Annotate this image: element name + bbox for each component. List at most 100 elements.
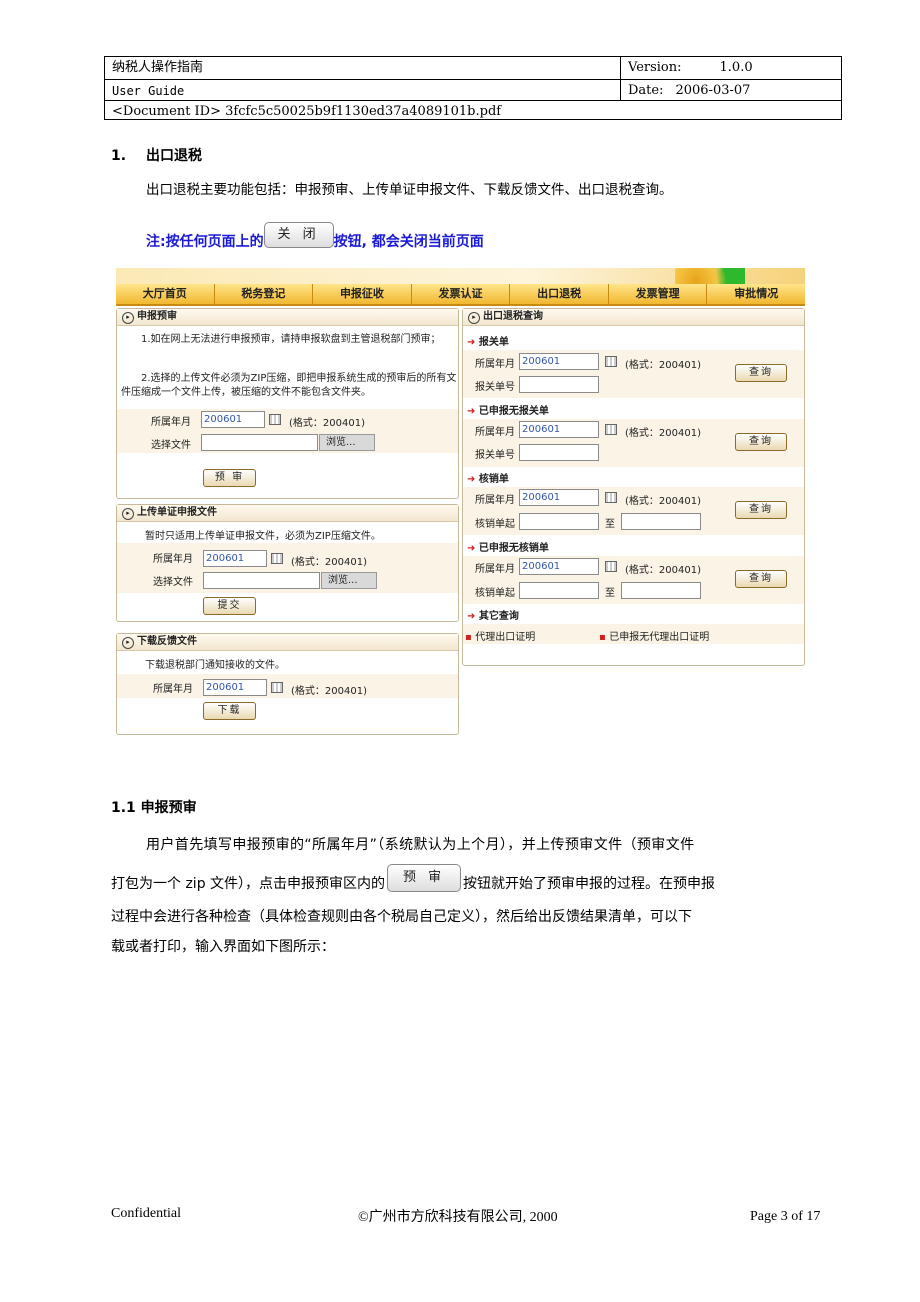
query-section-customs: ➜ 报关单 bbox=[467, 337, 509, 348]
main-nav: 大厅首页 税务登记 申报征收 发票认证 出口退税 发票管理 审批情况 bbox=[116, 284, 805, 306]
query-title: 出口退税查询 bbox=[463, 309, 804, 326]
section-1-1-para-3: 过程中会进行各种检查（具体检查规则由各个税局自己定义），然后给出反馈结果清单，可… bbox=[111, 909, 692, 925]
upload-format-hint: (格式：200401) bbox=[291, 557, 367, 568]
query-section-no-customs: ➜ 已申报无报关单 bbox=[467, 406, 549, 417]
upload-browse-button[interactable]: 浏览... bbox=[321, 572, 377, 589]
footer-copyright: ©广州市方欣科技有限公司, 2000 bbox=[358, 1210, 558, 1225]
banner-decoration bbox=[675, 268, 745, 284]
footer-page-number: Page 3 of 17 bbox=[750, 1209, 821, 1224]
query-range-label: 核销单起 bbox=[475, 519, 515, 530]
query-format-hint: (格式：200401) bbox=[625, 496, 701, 507]
query-section-other: ➜ 其它查询 bbox=[467, 611, 519, 622]
prereview-button-image: 预 审 bbox=[387, 864, 462, 892]
prereview-title: 申报预审 bbox=[117, 309, 458, 326]
arrow-icon: ➜ bbox=[467, 543, 479, 554]
query-range-end-input[interactable] bbox=[621, 582, 701, 599]
query-section-no-verification: ➜ 已申报无核销单 bbox=[467, 543, 549, 554]
query-section-verification: ➜ 核销单 bbox=[467, 474, 509, 485]
query-month-label: 所属年月 bbox=[475, 427, 515, 438]
section-1-title: 出口退税 bbox=[146, 148, 202, 164]
document-header-table: 纳税人操作指南 Version: 1.0.0 User Guide Date: 20… bbox=[104, 56, 842, 120]
prereview-browse-button[interactable]: 浏览... bbox=[319, 434, 375, 451]
prereview-note-2: 2.选择的上传文件必须为ZIP压缩，即把申报系统生成的预审后的所有文件压缩成一个… bbox=[121, 373, 457, 398]
date-label: Date: bbox=[628, 83, 664, 98]
prereview-note-1: 1.如在网上无法进行申报预审，请持申报软盘到主管退税部门预审； bbox=[141, 334, 441, 345]
query-month-input[interactable]: 200601 bbox=[519, 353, 599, 370]
nav-approval[interactable]: 审批情况 bbox=[707, 284, 805, 304]
calendar-icon[interactable] bbox=[605, 492, 617, 503]
query-range-end-input[interactable] bbox=[621, 513, 701, 530]
download-title: 下载反馈文件 bbox=[117, 634, 458, 651]
query-format-hint: (格式：200401) bbox=[625, 565, 701, 576]
nav-invoice-auth[interactable]: 发票认证 bbox=[412, 284, 511, 304]
query-range-to: 至 bbox=[605, 519, 615, 530]
query-panel: 出口退税查询 ➜ 报关单 所属年月 200601 (格式：200401) 报关单… bbox=[462, 308, 805, 666]
download-panel: 下载反馈文件 下载退税部门通知接收的文件。 所属年月 200601 (格式：20… bbox=[116, 633, 459, 735]
prereview-month-label: 所属年月 bbox=[151, 417, 191, 428]
header-title-en: User Guide bbox=[105, 80, 621, 101]
date-value: 2006-03-07 bbox=[675, 83, 751, 98]
calendar-icon[interactable] bbox=[605, 561, 617, 572]
query-button[interactable]: 查询 bbox=[735, 364, 787, 382]
upload-file-input[interactable] bbox=[203, 572, 320, 589]
query-month-label: 所属年月 bbox=[475, 564, 515, 575]
prereview-file-input[interactable] bbox=[201, 434, 318, 451]
calendar-icon[interactable] bbox=[271, 553, 283, 564]
bullet-icon: ▪ bbox=[599, 632, 610, 643]
calendar-icon[interactable] bbox=[605, 356, 617, 367]
calendar-icon[interactable] bbox=[605, 424, 617, 435]
calendar-icon[interactable] bbox=[271, 682, 283, 693]
section-1-1-title: 1.1 申报预审 bbox=[111, 800, 197, 816]
note-before: 注:按任何页面上的 bbox=[146, 234, 264, 250]
arrow-icon: ➜ bbox=[467, 406, 479, 417]
version-label: Version: bbox=[628, 60, 682, 75]
query-range-to: 至 bbox=[605, 588, 615, 599]
download-format-hint: (格式：200401) bbox=[291, 686, 367, 697]
nav-declaration[interactable]: 申报征收 bbox=[313, 284, 412, 304]
query-range-start-input[interactable] bbox=[519, 513, 599, 530]
query-month-label: 所属年月 bbox=[475, 359, 515, 370]
export-tax-refund-screenshot: 大厅首页 税务登记 申报征收 发票认证 出口退税 发票管理 审批情况 申报预审 … bbox=[116, 268, 805, 736]
query-number-input[interactable] bbox=[519, 444, 599, 461]
calendar-icon[interactable] bbox=[269, 414, 281, 425]
query-button[interactable]: 查询 bbox=[735, 501, 787, 519]
section-1-intro: 出口退税主要功能包括：申报预审、上传单证申报文件、下载反馈文件、出口退税查询。 bbox=[146, 182, 673, 198]
version-value: 1.0.0 bbox=[719, 60, 753, 75]
upload-submit-button[interactable]: 提交 bbox=[203, 597, 256, 615]
close-note: 注:按任何页面上的 关 闭 按钮, 都会关闭当前页面 bbox=[146, 220, 484, 250]
query-number-label: 报关单号 bbox=[475, 382, 515, 393]
upload-month-input[interactable]: 200601 bbox=[203, 550, 267, 567]
query-number-input[interactable] bbox=[519, 376, 599, 393]
upload-file-label: 选择文件 bbox=[153, 577, 193, 588]
section-1-number: 1. bbox=[111, 148, 127, 164]
header-version: Version: 1.0.0 bbox=[621, 57, 842, 80]
bullet-icon: ▪ bbox=[465, 632, 476, 643]
prereview-button[interactable]: 预 审 bbox=[203, 469, 256, 487]
nav-hall-home[interactable]: 大厅首页 bbox=[116, 284, 215, 304]
para-2-before: 打包为一个 zip 文件），点击申报预审区内的 bbox=[111, 876, 386, 892]
prereview-panel: 申报预审 1.如在网上无法进行申报预审，请持申报软盘到主管退税部门预审； 2.选… bbox=[116, 308, 459, 499]
prereview-format-hint: (格式：200401) bbox=[289, 418, 365, 429]
link-no-agent-export-proof[interactable]: ▪ 已申报无代理出口证明 bbox=[599, 628, 709, 643]
query-format-hint: (格式：200401) bbox=[625, 360, 701, 371]
prereview-file-label: 选择文件 bbox=[151, 440, 191, 451]
query-format-hint: (格式：200401) bbox=[625, 428, 701, 439]
nav-tax-registration[interactable]: 税务登记 bbox=[215, 284, 314, 304]
query-month-input[interactable]: 200601 bbox=[519, 558, 599, 575]
query-button[interactable]: 查询 bbox=[735, 433, 787, 451]
link-agent-export-proof[interactable]: ▪ 代理出口证明 bbox=[465, 628, 535, 643]
arrow-icon: ➜ bbox=[467, 611, 479, 622]
query-range-start-input[interactable] bbox=[519, 582, 599, 599]
prereview-month-input[interactable]: 200601 bbox=[201, 411, 265, 428]
nav-invoice-mgmt[interactable]: 发票管理 bbox=[609, 284, 708, 304]
download-month-input[interactable]: 200601 bbox=[203, 679, 267, 696]
header-doc-id: <Document ID> 3fcfc5c50025b9f1130ed37a40… bbox=[112, 104, 502, 119]
download-button[interactable]: 下载 bbox=[203, 702, 256, 720]
note-after: 按钮, 都会关闭当前页面 bbox=[333, 234, 484, 250]
query-month-input[interactable]: 200601 bbox=[519, 489, 599, 506]
arrow-icon: ➜ bbox=[467, 474, 479, 485]
query-range-label: 核销单起 bbox=[475, 588, 515, 599]
query-month-input[interactable]: 200601 bbox=[519, 421, 599, 438]
nav-export-refund[interactable]: 出口退税 bbox=[510, 284, 609, 304]
query-button[interactable]: 查询 bbox=[735, 570, 787, 588]
